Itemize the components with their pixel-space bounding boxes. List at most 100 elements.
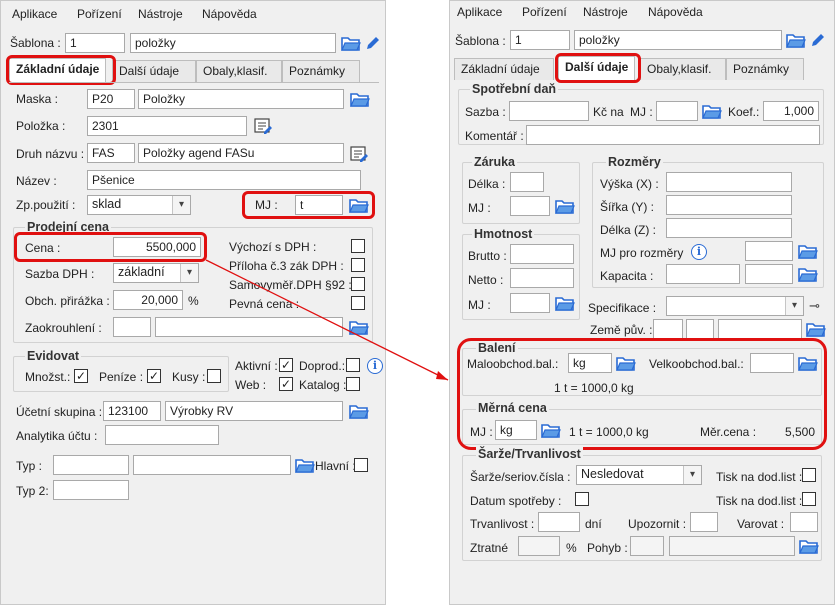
ucetni-skupina-code-field[interactable]: 123100 [103,401,161,421]
nazev-field[interactable]: Pšenice [87,170,361,190]
notes-icon[interactable] [350,145,368,163]
zaokrouhleni-name-field[interactable] [155,317,343,337]
sablona-number-field[interactable]: 1 [510,30,570,50]
folder-icon[interactable] [799,538,819,555]
menu-napoveda[interactable]: Nápověda [648,5,703,19]
zaokrouhleni-label: Zaokrouhlení : [25,321,102,335]
typ-name-field[interactable] [133,455,291,475]
folder-icon[interactable] [806,321,826,338]
vychozi-dph-checkbox[interactable] [351,239,365,253]
sablona-number-field[interactable]: 1 [65,33,125,53]
folder-icon[interactable] [786,32,806,49]
kapacita-mj-field[interactable] [745,264,793,284]
tisk-dod-list-2-checkbox[interactable] [802,492,816,506]
menu-porizeni[interactable]: Pořízení [77,7,122,21]
netto-field[interactable] [510,268,574,288]
spotrebni-mj-field[interactable] [656,101,698,121]
pencil-icon[interactable] [810,32,826,48]
folder-icon[interactable] [798,266,818,283]
menu-napoveda[interactable]: Nápověda [202,7,257,21]
varovat-field[interactable] [790,512,818,532]
maska-name-field[interactable]: Položky [138,89,344,109]
pohyb-code-field[interactable] [630,536,664,556]
maska-code-field[interactable]: P20 [87,89,135,109]
menu-aplikace[interactable]: Aplikace [457,5,502,19]
kusy-checkbox[interactable] [207,369,221,383]
typ-code-field[interactable] [53,455,129,475]
typ2-field[interactable] [53,480,129,500]
zeme-code1-field[interactable] [653,319,683,339]
pohyb-name-field[interactable] [669,536,795,556]
folder-icon[interactable] [295,457,315,474]
tab-poznamky[interactable]: Poznámky [282,60,360,82]
druh-code-field[interactable]: FAS [87,143,135,163]
kapacita-field[interactable] [666,264,740,284]
zp-select[interactable]: sklad ▾ [87,195,191,215]
zaruka-mj-field[interactable] [510,196,550,216]
sazba-field[interactable] [509,101,589,121]
folder-icon[interactable] [555,295,575,312]
pevna-cena-checkbox[interactable] [351,296,365,310]
right-panel: Aplikace Pořízení Nástroje Nápověda Šabl… [449,0,835,605]
ucetni-skupina-name-field[interactable]: Výrobky RV [165,401,343,421]
samovymer-checkbox[interactable] [351,277,365,291]
pencil-icon[interactable] [365,35,381,51]
menu-aplikace[interactable]: Aplikace [12,7,57,21]
penize-checkbox[interactable]: ✓ [147,369,161,383]
tab-dalsi-udaje[interactable]: Další údaje [112,60,196,82]
folder-icon[interactable] [798,243,818,260]
folder-icon[interactable] [702,103,722,120]
katalog-checkbox[interactable] [346,377,360,391]
web-checkbox[interactable]: ✓ [279,377,293,391]
druh-name-field[interactable]: Položky agend FASu [138,143,344,163]
zeme-name-field[interactable] [718,319,802,339]
brutto-field[interactable] [510,244,574,264]
mj-pro-rozmery-field[interactable] [745,241,793,261]
folder-icon[interactable] [349,403,369,420]
delka-field[interactable] [666,218,792,238]
menu-porizeni[interactable]: Pořízení [522,5,567,19]
analytika-field[interactable] [105,425,219,445]
datum-spotreby-checkbox[interactable] [575,492,589,506]
menu-nastroje[interactable]: Nástroje [138,7,183,21]
specifikace-select[interactable]: ▾ [666,296,804,316]
komentar-field[interactable] [526,125,820,145]
tab-poznamky[interactable]: Poznámky [726,58,804,80]
tab-obaly-klasif[interactable]: Obaly,klasif. [196,60,282,82]
trvanlivost-field[interactable] [538,512,580,532]
folder-icon[interactable] [349,319,369,336]
filter-icon[interactable]: ⊸ [809,298,820,314]
koef-field[interactable]: 1,000 [763,101,819,121]
priloha-checkbox[interactable] [351,258,365,272]
folder-icon[interactable] [350,91,370,108]
sirka-field[interactable] [666,195,792,215]
info-icon[interactable]: i [367,358,383,374]
aktivni-checkbox[interactable]: ✓ [279,358,293,372]
upozornit-field[interactable] [690,512,718,532]
sarze-select[interactable]: Nesledovat ▾ [576,465,702,485]
vyska-field[interactable] [666,172,792,192]
zeme-code2-field[interactable] [686,319,714,339]
zaruka-delka-field[interactable] [510,172,544,192]
hmotnost-mj-field[interactable] [510,293,550,313]
ztratne-field[interactable] [518,536,560,556]
obch-prirazka-field[interactable]: 20,000 [113,290,183,310]
folder-icon[interactable] [341,35,361,52]
folder-icon[interactable] [555,198,575,215]
tisk-dod-list-1-checkbox[interactable] [802,468,816,482]
mnozst-checkbox[interactable]: ✓ [74,369,88,383]
chevron-down-icon: ▾ [785,297,803,315]
polozka-field[interactable]: 2301 [87,116,247,136]
tab-zakladni-udaje[interactable]: Základní údaje [454,58,554,80]
zaokrouhleni-code-field[interactable] [113,317,151,337]
sazba-dph-select[interactable]: základní ▾ [113,263,199,283]
info-icon[interactable]: i [691,244,707,260]
hlavni-checkbox[interactable] [354,458,368,472]
notes-icon[interactable] [254,117,272,135]
tab-obaly-klasif[interactable]: Obaly,klasif. [640,58,726,80]
doprod-checkbox[interactable] [346,358,360,372]
sablona-name-field[interactable]: položky [574,30,782,50]
specifikace-label: Specifikace : [588,301,657,315]
sablona-name-field[interactable]: položky [130,33,336,53]
menu-nastroje[interactable]: Nástroje [583,5,628,19]
